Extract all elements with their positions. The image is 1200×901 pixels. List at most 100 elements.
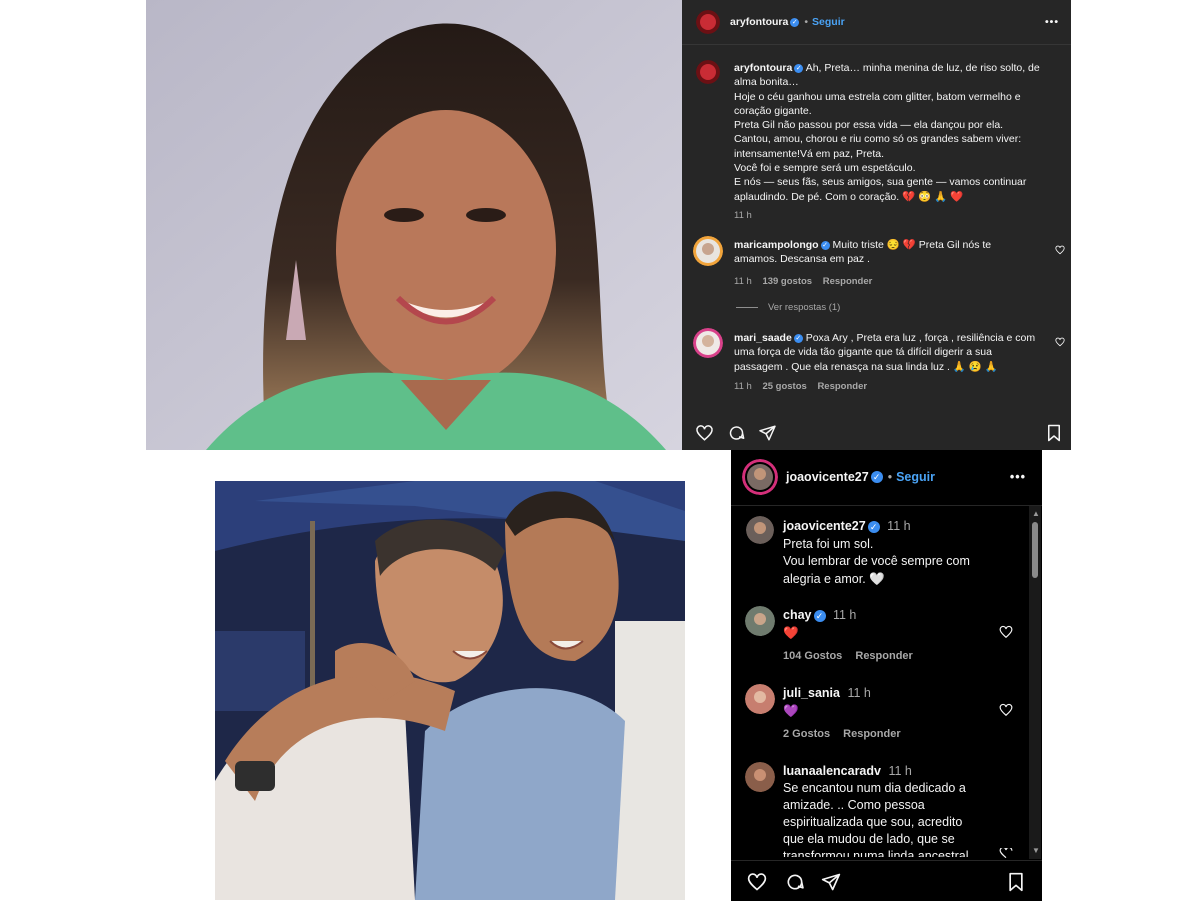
caption-line: Preta foi um sol. [783,536,874,551]
comment-text: uma força de vida tão gigante que tá dif… [734,346,992,359]
caption-line: Cantou, amou, chorou e riu como só os gr… [734,133,1022,146]
heart-icon[interactable] [746,872,768,892]
avatar[interactable] [745,606,775,636]
more-options-icon[interactable]: ••• [1010,470,1026,484]
action-bar [731,860,1042,901]
comment-username[interactable]: luanaalencaradv [783,764,881,778]
comment-text: Muito triste 😔 💔 Preta Gil nós te [832,239,992,251]
caption-line: alegria e amor. 🤍 [783,571,885,586]
comment-text: Poxa Ary , Preta era luz , força , resil… [805,332,1036,344]
caption-line: Vou lembrar de você sempre com [783,554,970,568]
avatar[interactable] [745,762,775,792]
comment-text: amamos. Descansa em paz . [734,253,870,266]
comment-icon[interactable] [727,424,746,442]
caption-line: alma bonita… [734,76,799,89]
view-replies[interactable]: Ver respostas (1) [736,301,840,313]
post-header: aryfontoura ✓ • Seguir ••• [682,0,1071,44]
separator: • [804,16,809,28]
caption-line: coração gigante. [734,104,812,117]
comment: maricampolongo ✓ Muito triste 😔 💔 Preta G… [734,238,1044,289]
caption-line: Você foi e sempre será um espetáculo. [734,162,916,175]
comment-text: espiritualizada que sou, acredito [783,815,963,829]
comment-text: passagem . Que ela renasça na sua linda … [734,360,998,373]
verified-icon: ✓ [790,17,800,27]
caption-line: intensamente!Vá em paz, Preta. [734,147,884,160]
top-post-panel: aryfontoura ✓ • Seguir ••• aryfontoura ✓ … [682,0,1071,450]
caption-line: Ah, Preta… minha menina de luz, de riso … [805,62,1040,74]
comment-text: que ela mudou de lado, que se [783,832,955,846]
likes-count[interactable]: 104 Gostos [783,650,842,662]
share-icon[interactable] [758,424,777,442]
verified-icon: ✓ [794,63,804,73]
reply-button[interactable]: Responder [817,381,867,392]
comment-username[interactable]: juli_sania [783,686,840,700]
caption-username[interactable]: joaovicente27 [783,519,866,533]
comment: luanaalencaradv 11 h Se encantou num dia… [783,763,1003,857]
bottom-post-panel: joaovicente27 ✓ • Seguir ••• joaovicente… [731,450,1042,901]
caption-line: E nós — seus fãs, seus amigos, sua gente… [734,176,1027,189]
scroll-up-icon[interactable]: ▲ [1032,510,1040,518]
reply-button[interactable]: Responder [823,276,873,287]
verified-icon: ✓ [870,471,883,483]
avatar[interactable] [742,459,778,495]
comment-text: ❤️ [783,625,799,640]
caption-line: Hoje o céu ganhou uma estrela com glitte… [734,90,1021,103]
comment-text: 💜 [783,703,799,718]
likes-count[interactable]: 25 gostos [762,381,806,392]
comment-text: amizade. .. Como pessoa [783,798,925,812]
caption: joaovicente27 ✓ 11 h Preta foi um sol. Vo… [783,518,1023,588]
avatar[interactable] [696,60,720,84]
more-options-icon[interactable]: ••• [1045,16,1059,28]
avatar[interactable] [745,684,775,714]
likes-count[interactable]: 2 Gostos [783,728,830,740]
bookmark-icon[interactable] [1007,872,1025,892]
separator: • [887,470,893,484]
post-header: joaovicente27 ✓ • Seguir ••• [731,450,1042,504]
heart-icon[interactable] [999,703,1013,717]
comment-time: 11 h [888,764,912,778]
scrollbar[interactable]: ▲ ▼ [1029,506,1041,859]
heart-icon[interactable] [999,848,1013,858]
scroll-down-icon[interactable]: ▼ [1032,847,1040,855]
heart-icon[interactable] [695,424,714,442]
comment: chay ✓ 11 h ❤️ 104 Gostos Responder [783,607,1003,666]
comment-text: Se encantou num dia dedicado a [783,781,966,795]
caption-username[interactable]: aryfontoura [734,62,792,74]
heart-icon[interactable] [1055,337,1065,347]
comment-time: 11 h [847,686,871,700]
follow-button[interactable]: Seguir [812,16,845,28]
avatar[interactable] [696,10,720,34]
caption-line: Preta Gil não passou por essa vida — ela… [734,119,1004,132]
comment: juli_sania 11 h 💜 2 Gostos Responder [783,685,1003,744]
reply-button[interactable]: Responder [843,728,900,740]
post-photo-hug [215,481,685,900]
comment-username[interactable]: mari_saade [734,332,792,344]
verified-icon: ✓ [813,609,826,622]
caption-time: 11 h [734,209,752,221]
post-photo-portrait [146,0,682,450]
caption: aryfontoura ✓ Ah, Preta… minha menina de … [734,61,1056,223]
bookmark-icon[interactable] [1046,424,1062,442]
comment-time: 11 h [832,608,857,622]
verified-icon: ✓ [867,520,880,533]
heart-icon[interactable] [1055,245,1065,255]
share-icon[interactable] [820,872,842,892]
avatar[interactable] [693,328,723,358]
scrollbar-thumb[interactable] [1032,522,1038,578]
username[interactable]: aryfontoura [730,16,788,28]
verified-icon: ✓ [793,333,803,343]
reply-button[interactable]: Responder [855,650,912,662]
caption-line: aplaudindo. De pé. Com o coração. 💔 😳 🙏 … [734,190,964,203]
comment: mari_saade ✓ Poxa Ary , Preta era luz , f… [734,331,1052,394]
avatar[interactable] [693,236,723,266]
username[interactable]: joaovicente27 [786,470,869,484]
divider [682,44,1071,45]
avatar[interactable] [746,516,774,544]
comment-time: 11 h [734,380,752,392]
comment-icon[interactable] [784,872,806,892]
follow-button[interactable]: Seguir [896,470,935,484]
comment-username[interactable]: maricampolongo [734,239,819,251]
heart-icon[interactable] [999,625,1013,639]
likes-count[interactable]: 139 gostos [762,276,812,287]
comment-username[interactable]: chay [783,608,812,622]
